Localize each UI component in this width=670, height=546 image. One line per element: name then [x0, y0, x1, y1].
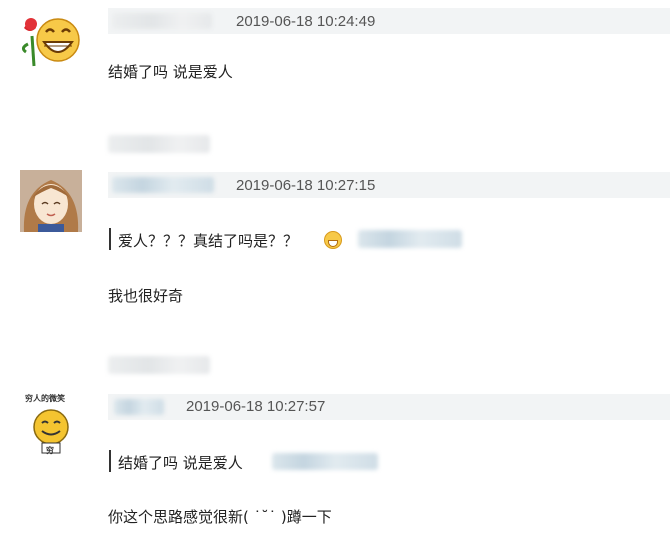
comment-1-username-blurred[interactable] [112, 13, 212, 29]
comment-2-quote-author-blurred[interactable] [358, 230, 462, 248]
comment-3-timestamp: 2019-06-18 10:27:57 [186, 398, 326, 415]
comment-2-actions-blurred[interactable] [108, 356, 210, 374]
comment-3-text: 你这个思路感觉很新( ˙˘˙ )蹲一下 [108, 508, 332, 526]
comment-3-avatar-badge: 穷 [46, 446, 54, 455]
comment-2-quote-text: 爱人？？？真结了吗是？？ [118, 232, 299, 250]
comment-2-quote-bar [109, 228, 111, 250]
comment-1-timestamp: 2019-06-18 10:24:49 [236, 13, 376, 30]
laughing-emoji-icon [324, 231, 342, 249]
comment-3-username-blurred[interactable] [114, 399, 164, 415]
comment-1-avatar[interactable] [20, 6, 82, 68]
comment-2-avatar[interactable] [20, 170, 82, 232]
comment-1-text: 结婚了吗 说是爱人 [108, 63, 233, 81]
anime-girl-avatar [20, 170, 82, 232]
comment-1-actions-blurred[interactable] [108, 135, 210, 153]
comment-3-quote-bar [109, 450, 111, 472]
comment-2-username-blurred[interactable] [112, 177, 214, 193]
comment-3-quote-text: 结婚了吗 说是爱人 [118, 454, 243, 472]
comment-3-quote-author-blurred[interactable] [272, 453, 378, 470]
comment-3-avatar-caption: 穷人的微笑 [25, 394, 65, 403]
rose-grinning-emoji-avatar [20, 6, 82, 68]
comment-2-text: 我也很好奇 [108, 287, 184, 305]
comment-2-timestamp: 2019-06-18 10:27:15 [236, 177, 376, 194]
